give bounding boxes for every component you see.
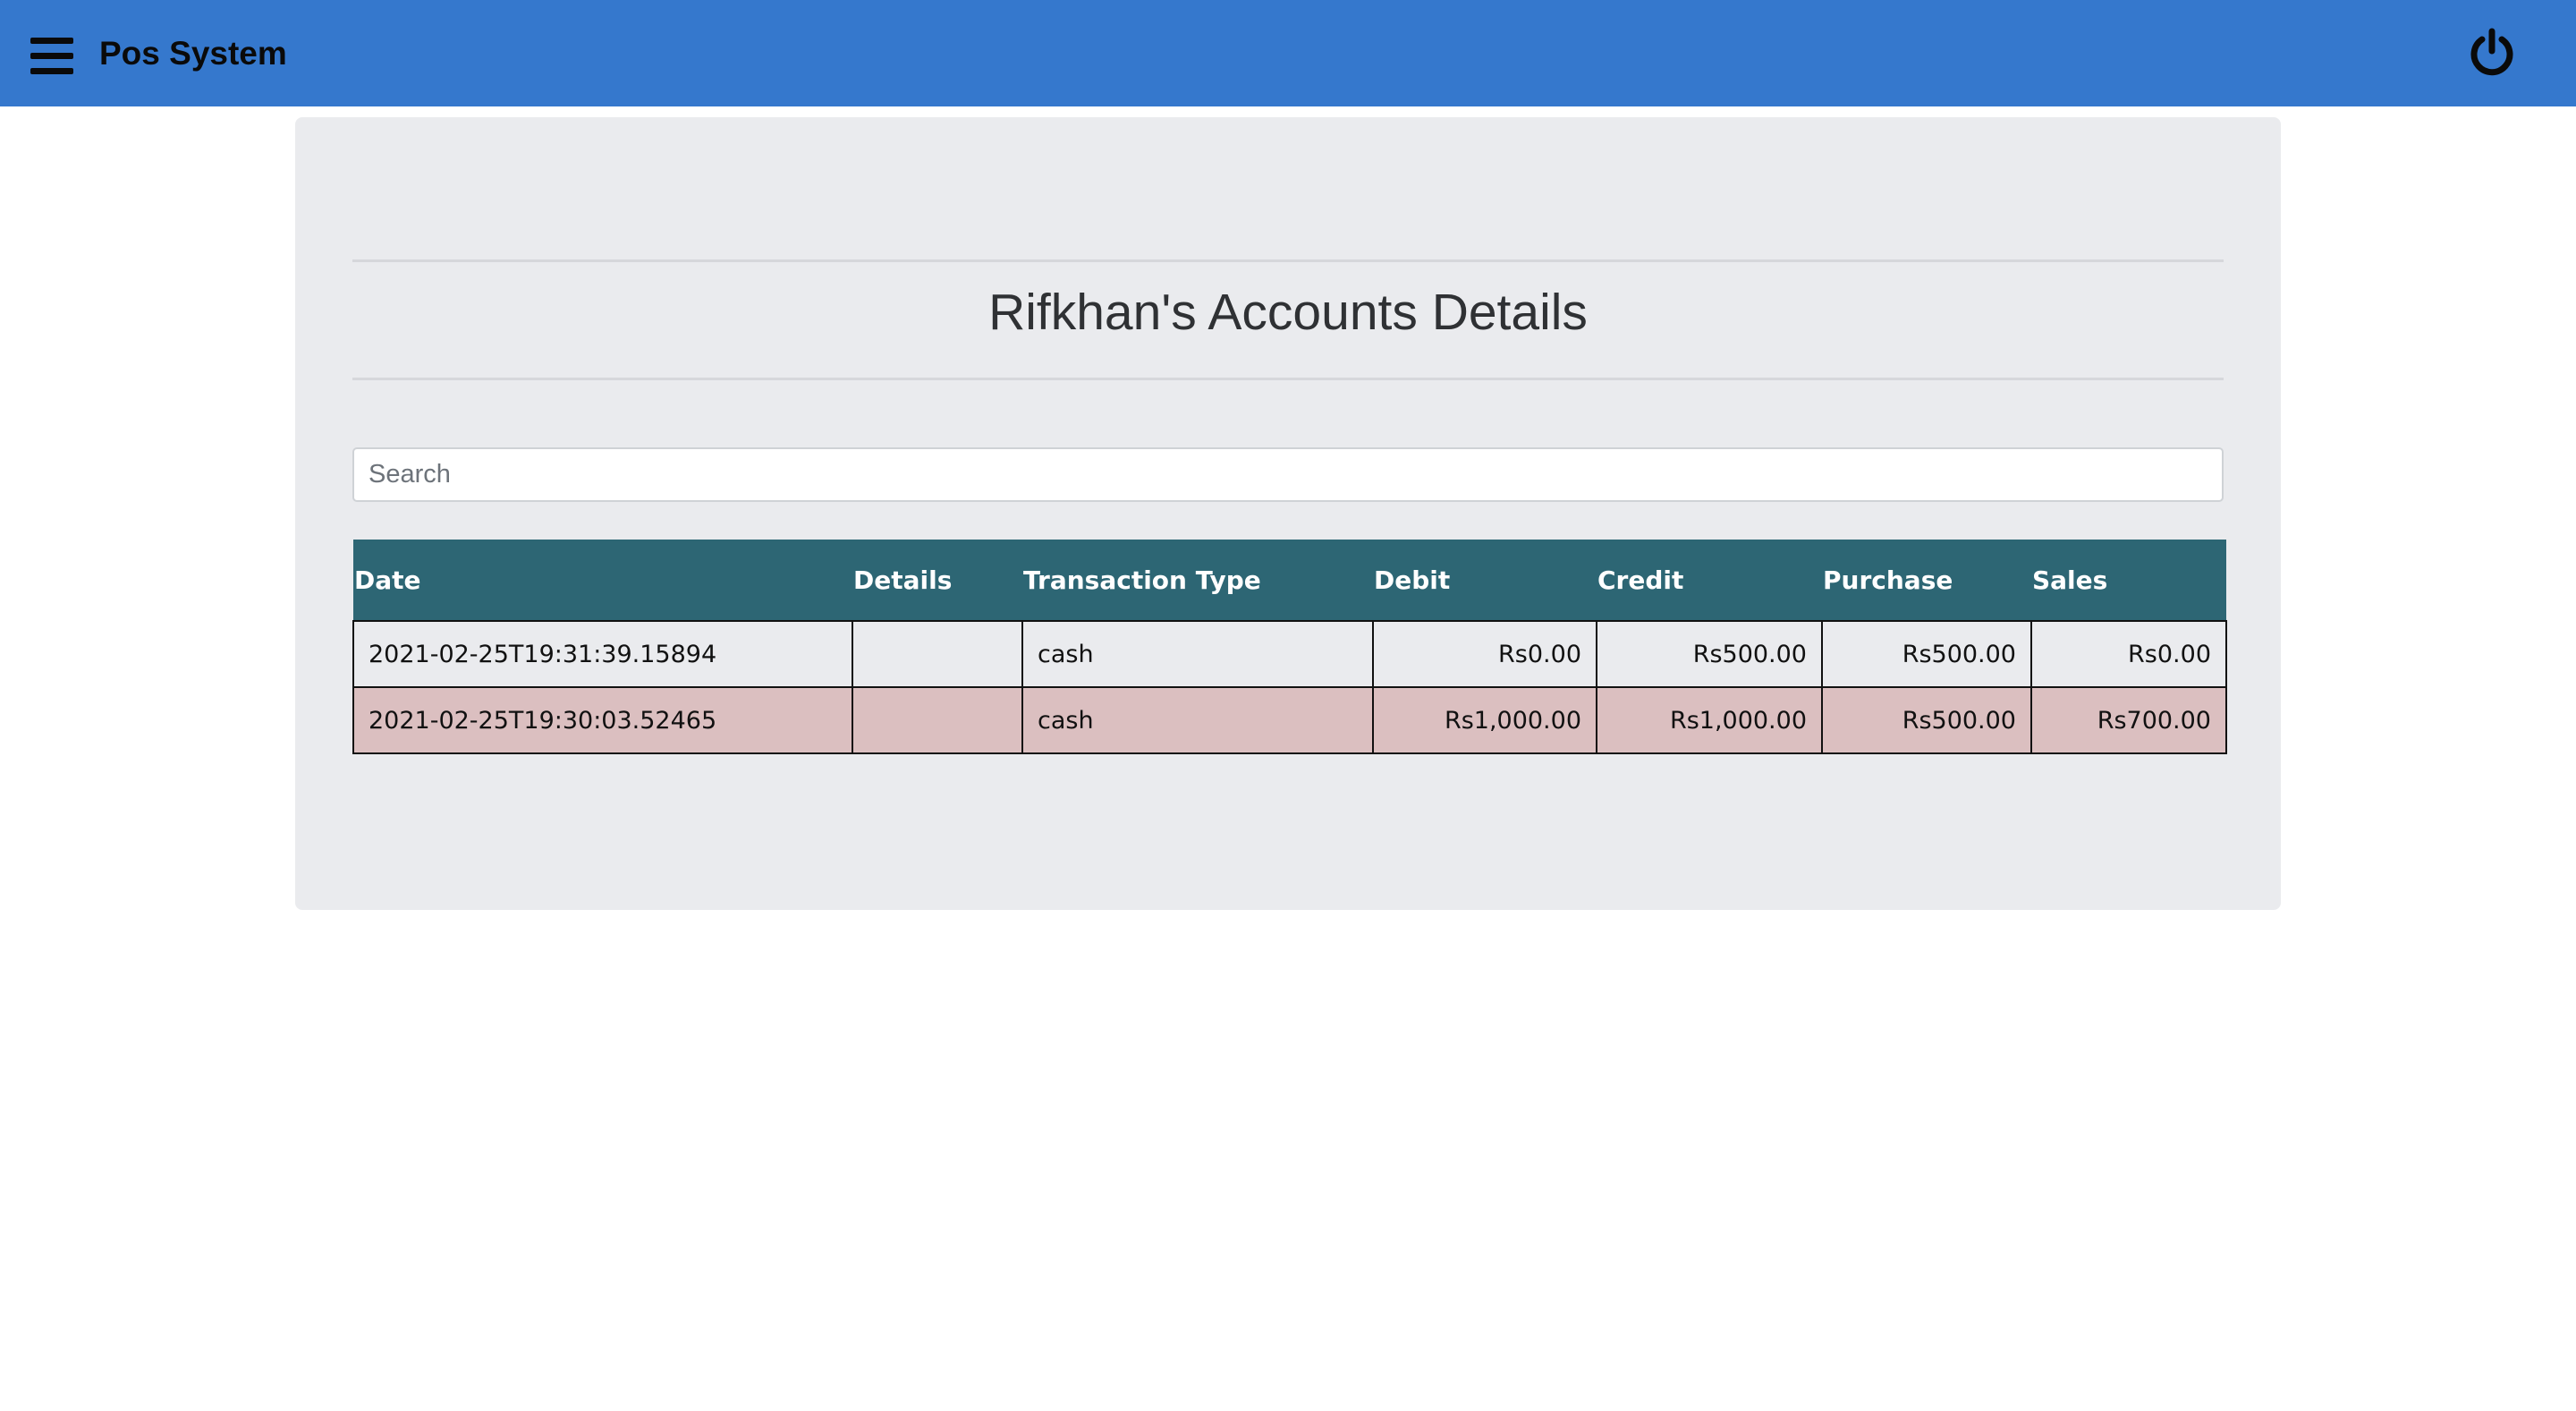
account-details-card: Rifkhan's Accounts Details Date Details … (295, 117, 2281, 910)
cell-debit: Rs1,000.00 (1372, 686, 1597, 754)
column-header-details[interactable]: Details (852, 540, 1022, 621)
column-header-sales[interactable]: Sales (2031, 540, 2226, 621)
column-header-date[interactable]: Date (353, 540, 852, 621)
column-header-credit[interactable]: Credit (1597, 540, 1822, 621)
cell-purchase: Rs500.00 (1821, 686, 2032, 754)
cell-purchase: Rs500.00 (1821, 620, 2032, 688)
table-row[interactable]: 2021-02-25T19:31:39.15894 cash Rs0.00 Rs… (352, 620, 2227, 688)
cell-details (852, 620, 1023, 688)
cell-date: 2021-02-25T19:31:39.15894 (352, 620, 853, 688)
cell-transaction-type: cash (1021, 686, 1374, 754)
cell-sales: Rs0.00 (2030, 620, 2227, 688)
column-header-purchase[interactable]: Purchase (1822, 540, 2031, 621)
column-header-transaction-type[interactable]: Transaction Type (1022, 540, 1373, 621)
title-bottom-divider (352, 378, 2224, 380)
power-icon[interactable] (2467, 28, 2517, 78)
cell-credit: Rs500.00 (1596, 620, 1823, 688)
table-row[interactable]: 2021-02-25T19:30:03.52465 cash Rs1,000.0… (352, 686, 2227, 754)
table-header-row: Date Details Transaction Type Debit Cred… (353, 540, 2226, 621)
cell-transaction-type: cash (1021, 620, 1374, 688)
app-title[interactable]: Pos System (99, 32, 287, 75)
cell-date: 2021-02-25T19:30:03.52465 (352, 686, 853, 754)
column-header-debit[interactable]: Debit (1373, 540, 1597, 621)
cell-credit: Rs1,000.00 (1596, 686, 1823, 754)
title-top-divider (352, 259, 2224, 262)
cell-debit: Rs0.00 (1372, 620, 1597, 688)
search-input[interactable] (352, 447, 2224, 502)
cell-sales: Rs700.00 (2030, 686, 2227, 754)
cell-details (852, 686, 1023, 754)
hamburger-menu-icon[interactable] (30, 38, 73, 75)
top-navbar: Pos System (0, 0, 2576, 106)
page-title: Rifkhan's Accounts Details (988, 284, 1588, 341)
accounts-table: Date Details Transaction Type Debit Cred… (352, 540, 2227, 754)
